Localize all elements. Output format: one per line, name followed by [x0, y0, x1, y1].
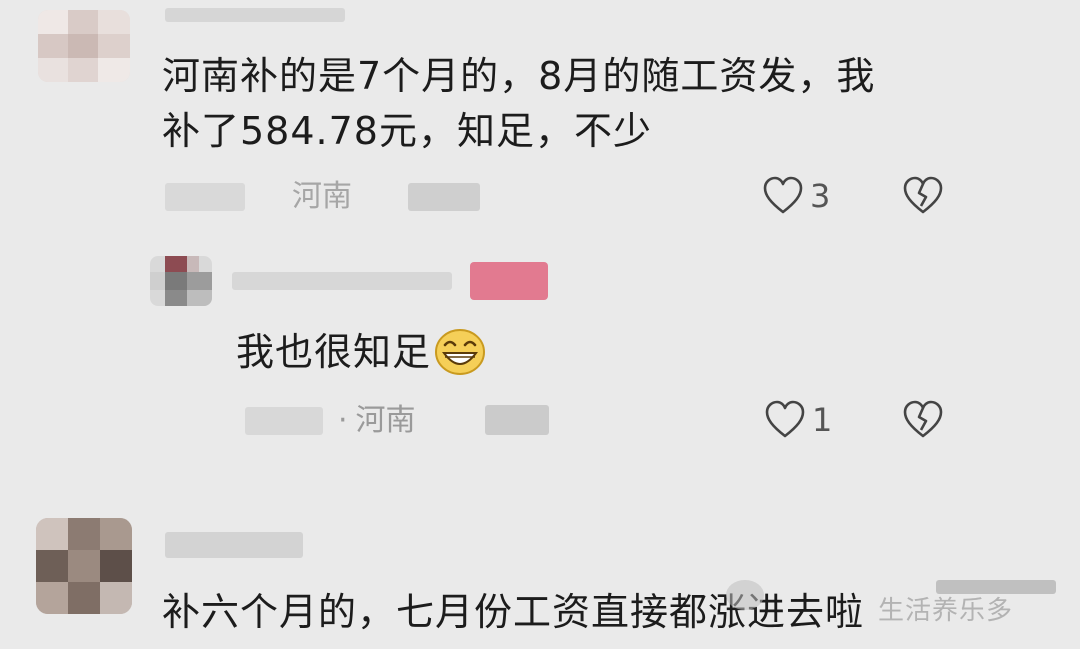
heart-icon: [763, 176, 803, 214]
reply-reply-button-blurred[interactable]: [485, 405, 549, 435]
reply-timestamp-blurred: [245, 407, 323, 435]
heart-icon: [765, 400, 805, 438]
watermark-icons-blurred: [936, 580, 1056, 594]
avatar-pixelated: [36, 518, 132, 614]
meta-separator: ·: [338, 403, 348, 438]
avatar-pixelated: [38, 10, 130, 82]
avatar-pixelated: [150, 256, 212, 306]
like-button[interactable]: 3: [762, 176, 830, 216]
watermark-text: 生活养乐多: [878, 596, 1014, 626]
like-button[interactable]: 1: [764, 400, 832, 440]
reply-button-blurred[interactable]: [408, 183, 480, 211]
grinning-face-icon: [435, 329, 486, 375]
dislike-button[interactable]: [902, 176, 944, 216]
author-badge-blurred: [470, 262, 548, 300]
broken-heart-icon: [903, 400, 943, 438]
reply-avatar[interactable]: [150, 256, 212, 306]
username-blurred[interactable]: [165, 532, 303, 558]
dislike-button[interactable]: [902, 400, 944, 440]
reply-meta: · 河南: [338, 404, 416, 438]
reply-text-content: 我也很知足: [236, 330, 432, 374]
reply-text: 我也很知足: [236, 326, 487, 378]
reply-username-blurred[interactable]: [232, 272, 452, 290]
avatar[interactable]: [38, 10, 130, 82]
timestamp-blurred: [165, 183, 245, 211]
location-label: 河南: [355, 403, 416, 438]
avatar[interactable]: [36, 518, 132, 614]
location-label: 河南: [292, 179, 352, 214]
like-count: 1: [812, 401, 833, 439]
like-count: 3: [810, 177, 831, 215]
comment-text: 河南补的是7个月的，8月的随工资发，我: [162, 54, 876, 98]
broken-heart-icon: [903, 176, 943, 214]
comment-feed: 河南补的是7个月的，8月的随工资发，我 补了584.78元，知足，不少 河南 3: [0, 0, 1080, 649]
username-blurred[interactable]: [165, 8, 345, 22]
comment-text-continued: 补了584.78元，知足，不少: [162, 109, 652, 153]
watermark-logo-blurred: [726, 580, 764, 610]
